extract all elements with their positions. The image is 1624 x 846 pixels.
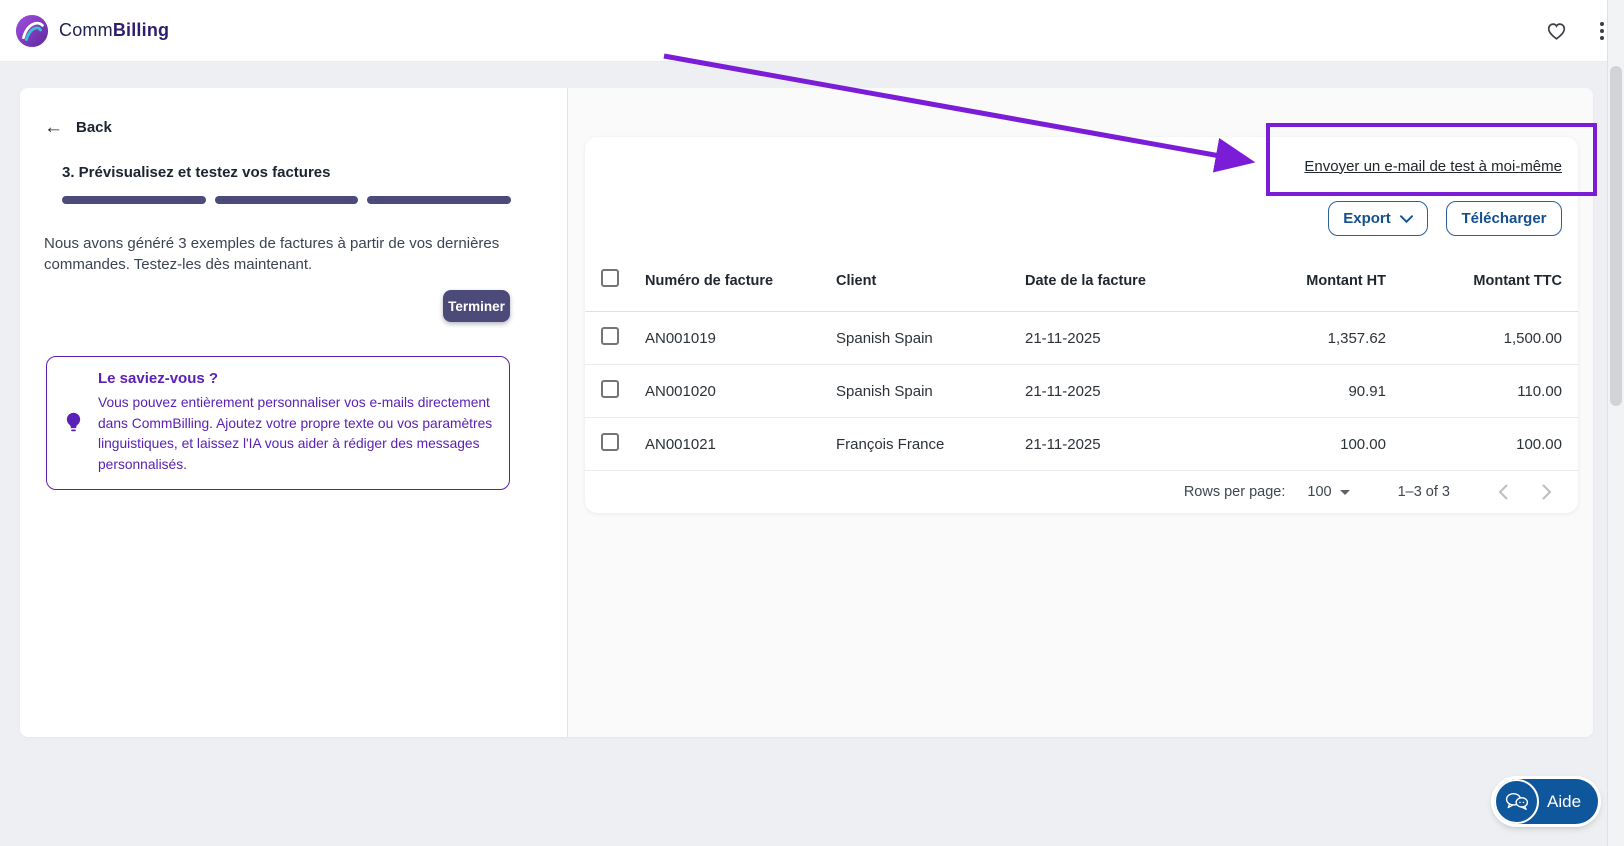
chevron-down-icon xyxy=(1400,215,1413,223)
select-all-checkbox[interactable] xyxy=(601,269,619,287)
vertical-scrollbar[interactable] xyxy=(1607,0,1624,846)
date-cell: 21-11-2025 xyxy=(1025,330,1265,347)
tip-box: Le saviez-vous ? Vous pouvez entièrement… xyxy=(46,356,510,490)
date-cell: 21-11-2025 xyxy=(1025,436,1265,453)
invoice-number-cell: AN001020 xyxy=(645,383,836,400)
back-arrow-icon: ← xyxy=(44,118,63,137)
amount-ht-cell: 90.91 xyxy=(1265,383,1386,400)
pagination-range: 1–3 of 3 xyxy=(1398,484,1450,500)
invoice-number-cell: AN001019 xyxy=(645,330,836,347)
invoice-number-cell: AN001021 xyxy=(645,436,836,453)
scrollbar-thumb[interactable] xyxy=(1610,66,1622,406)
amount-ttc-cell: 110.00 xyxy=(1386,383,1562,400)
progress-segment xyxy=(62,196,206,204)
amount-ttc-cell: 1,500.00 xyxy=(1386,330,1562,347)
invoice-preview-panel: Envoyer un e-mail de test à moi-même Exp… xyxy=(568,88,1593,737)
back-button[interactable]: ← Back xyxy=(44,118,112,137)
back-label: Back xyxy=(76,119,112,136)
table-pagination: Rows per page: 100 1–3 of 3 xyxy=(585,471,1578,513)
send-test-email-link[interactable]: Envoyer un e-mail de test à moi-même xyxy=(1304,158,1562,175)
finish-button[interactable]: Terminer xyxy=(443,290,510,322)
table-row: AN001019 Spanish Spain 21-11-2025 1,357.… xyxy=(585,312,1578,365)
column-header: Montant TTC xyxy=(1386,273,1562,289)
previous-page-button[interactable] xyxy=(1494,480,1512,504)
row-checkbox[interactable] xyxy=(601,380,619,398)
tip-body: Vous pouvez entièrement personnaliser vo… xyxy=(98,393,493,476)
rows-per-page-label: Rows per page: xyxy=(1184,484,1286,500)
help-button-label: Aide xyxy=(1547,792,1581,812)
step-description: Nous avons généré 3 exemples de factures… xyxy=(44,234,504,275)
chevron-right-icon xyxy=(1542,484,1552,500)
row-checkbox[interactable] xyxy=(601,327,619,345)
client-cell: François France xyxy=(836,436,1025,453)
download-button[interactable]: Télécharger xyxy=(1446,201,1562,236)
client-cell: Spanish Spain xyxy=(836,330,1025,347)
table-row: AN001021 François France 21-11-2025 100.… xyxy=(585,418,1578,471)
client-cell: Spanish Spain xyxy=(836,383,1025,400)
export-button-label: Export xyxy=(1343,210,1391,227)
brand: CommBilling xyxy=(15,14,169,48)
help-button[interactable]: Aide xyxy=(1494,779,1598,824)
column-header: Date de la facture xyxy=(1025,273,1265,289)
progress-segment xyxy=(215,196,359,204)
top-app-bar: CommBilling xyxy=(0,0,1624,62)
next-page-button[interactable] xyxy=(1538,480,1556,504)
table-header-row: Numéro de facture Client Date de la fact… xyxy=(585,244,1578,312)
table-row: AN001020 Spanish Spain 21-11-2025 90.91 … xyxy=(585,365,1578,418)
rows-per-page-value: 100 xyxy=(1307,484,1331,500)
commbilling-logo-icon xyxy=(15,14,49,48)
amount-ht-cell: 1,357.62 xyxy=(1265,330,1386,347)
export-button[interactable]: Export xyxy=(1328,201,1428,236)
step-title: 3. Prévisualisez et testez vos factures xyxy=(62,164,330,181)
amount-ttc-cell: 100.00 xyxy=(1386,436,1562,453)
date-cell: 21-11-2025 xyxy=(1025,383,1265,400)
step-progress-bar xyxy=(62,196,511,204)
caret-down-icon xyxy=(1340,490,1350,495)
invoice-table-card: Envoyer un e-mail de test à moi-même Exp… xyxy=(585,137,1578,513)
invoice-table: Numéro de facture Client Date de la fact… xyxy=(585,244,1578,513)
column-header: Numéro de facture xyxy=(645,273,836,289)
amount-ht-cell: 100.00 xyxy=(1265,436,1386,453)
brand-name: CommBilling xyxy=(59,20,169,41)
wizard-panel: ← Back 3. Prévisualisez et testez vos fa… xyxy=(20,88,568,737)
column-header: Montant HT xyxy=(1265,273,1386,289)
heart-icon xyxy=(1545,20,1568,42)
rows-per-page-select[interactable]: 100 xyxy=(1307,484,1349,500)
main-content: ← Back 3. Prévisualisez et testez vos fa… xyxy=(20,88,1593,737)
tip-title: Le saviez-vous ? xyxy=(98,370,493,387)
column-header: Client xyxy=(836,273,1025,289)
favorite-button[interactable] xyxy=(1545,20,1568,42)
chevron-left-icon xyxy=(1498,484,1508,500)
progress-segment xyxy=(367,196,511,204)
row-checkbox[interactable] xyxy=(601,433,619,451)
lightbulb-icon xyxy=(64,410,83,436)
chat-bubbles-icon xyxy=(1494,779,1539,824)
